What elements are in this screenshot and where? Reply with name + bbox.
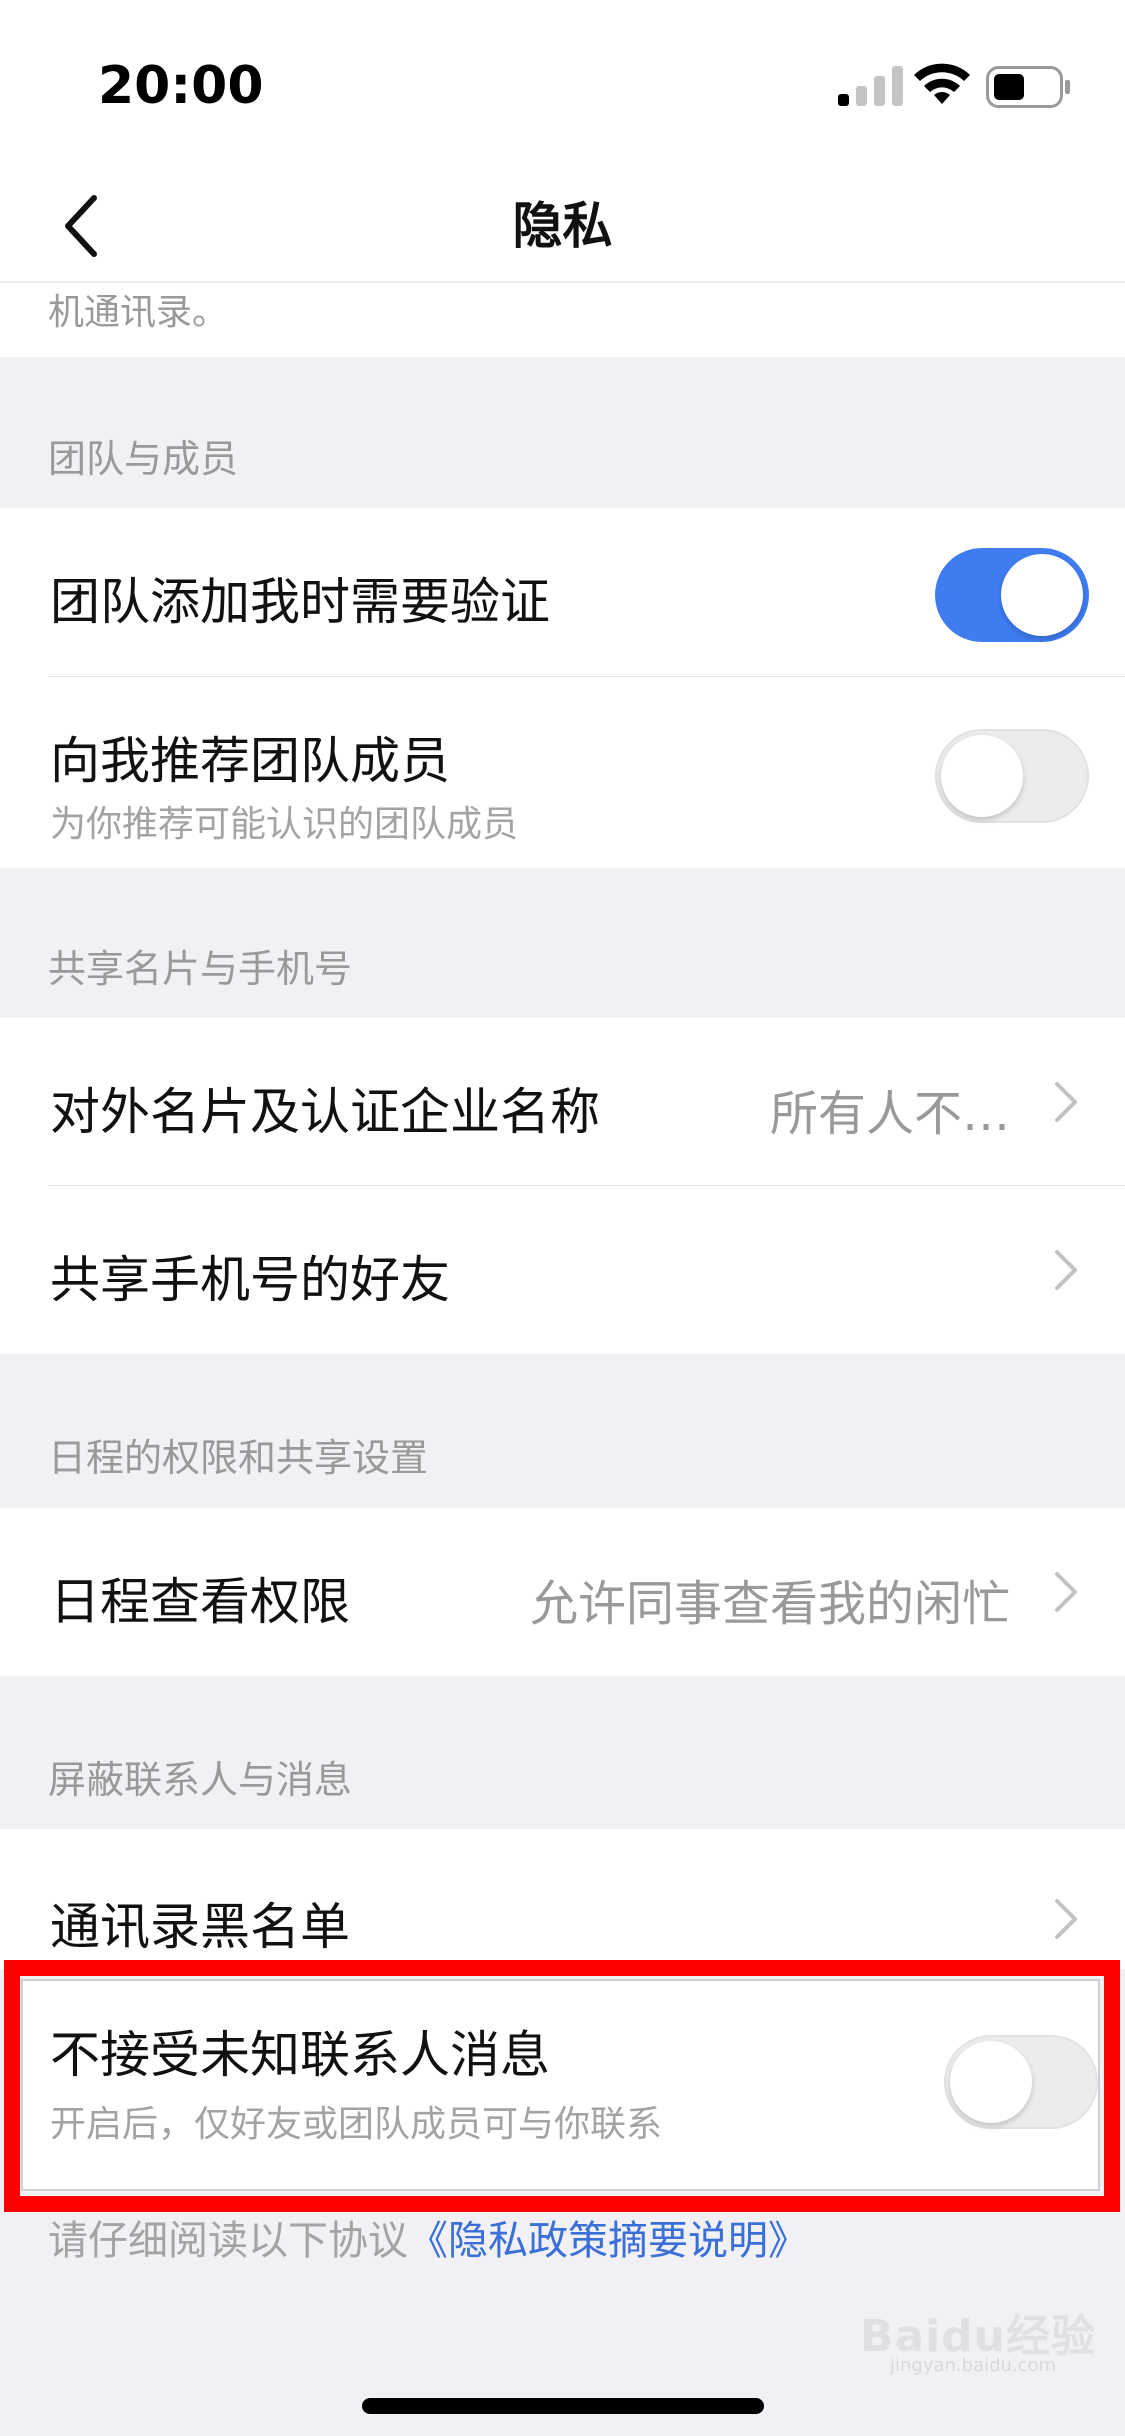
chevron-right-icon [1055, 1250, 1077, 1290]
home-indicator [362, 2398, 764, 2414]
row-title: 共享手机号的好友 [50, 1251, 450, 1309]
group-team: 团队添加我时需要验证 向我推荐团队成员 为你推荐可能认识的团队成员 [0, 508, 1125, 868]
chevron-right-icon [1055, 1082, 1077, 1122]
page-title: 隐私 [512, 197, 613, 255]
row-title: 团队添加我时需要验证 [50, 573, 550, 631]
nav-bar: 隐私 [0, 170, 1125, 282]
row-title: 日程查看权限 [50, 1573, 350, 1631]
previous-row-subtitle: 机通讯录。 [48, 292, 229, 333]
toggle-team-verify[interactable] [935, 548, 1089, 642]
toggle-knob [1001, 554, 1083, 636]
status-bar: 20:00 [0, 0, 1125, 170]
row-value: 允许同事查看我的闲忙 [529, 1576, 1010, 1632]
signal-icon [838, 66, 903, 106]
row-contacts-blacklist[interactable]: 通讯录黑名单 [0, 1829, 1125, 1969]
row-value: 所有人不… [769, 1086, 1010, 1142]
privacy-policy-link[interactable]: 《隐私政策摘要说明》 [408, 2218, 808, 2264]
footer-agreement: 请仔细阅读以下协议《隐私政策摘要说明》 [48, 2208, 808, 2266]
chevron-right-icon [1055, 1572, 1077, 1612]
section-header-share: 共享名片与手机号 [48, 947, 353, 991]
battery-icon [986, 66, 1070, 108]
row-business-card[interactable]: 对外名片及认证企业名称 所有人不… [0, 1018, 1125, 1185]
section-header-team: 团队与成员 [48, 437, 239, 481]
watermark-sub: jingyan.baidu.com [890, 2355, 1057, 2376]
section-header-schedule: 日程的权限和共享设置 [48, 1436, 429, 1480]
group-block: 通讯录黑名单 [0, 1829, 1125, 1969]
row-recommend-members[interactable]: 向我推荐团队成员 为你推荐可能认识的团队成员 [0, 677, 1125, 868]
row-subtitle: 为你推荐可能认识的团队成员 [50, 804, 519, 845]
group-schedule: 日程查看权限 允许同事查看我的闲忙 [0, 1508, 1125, 1676]
toggle-recommend-members[interactable] [935, 729, 1089, 823]
row-team-verify[interactable]: 团队添加我时需要验证 [0, 508, 1125, 676]
highlight-annotation-box [4, 1960, 1120, 2212]
chevron-right-icon [1055, 1899, 1077, 1939]
row-title: 对外名片及认证企业名称 [50, 1083, 600, 1141]
previous-row-remnant: 机通讯录。 [0, 283, 1125, 357]
wifi-icon [914, 63, 970, 104]
row-title: 向我推荐团队成员 [50, 732, 450, 790]
group-share: 对外名片及认证企业名称 所有人不… 共享手机号的好友 [0, 1018, 1125, 1354]
row-shared-phone-friends[interactable]: 共享手机号的好友 [0, 1186, 1125, 1354]
row-schedule-permission[interactable]: 日程查看权限 允许同事查看我的闲忙 [0, 1508, 1125, 1676]
status-time: 20:00 [98, 56, 264, 116]
section-header-block: 屏蔽联系人与消息 [48, 1758, 353, 1802]
footer-text: 请仔细阅读以下协议 [48, 2218, 408, 2264]
row-title: 通讯录黑名单 [50, 1898, 350, 1956]
toggle-knob [941, 735, 1023, 817]
